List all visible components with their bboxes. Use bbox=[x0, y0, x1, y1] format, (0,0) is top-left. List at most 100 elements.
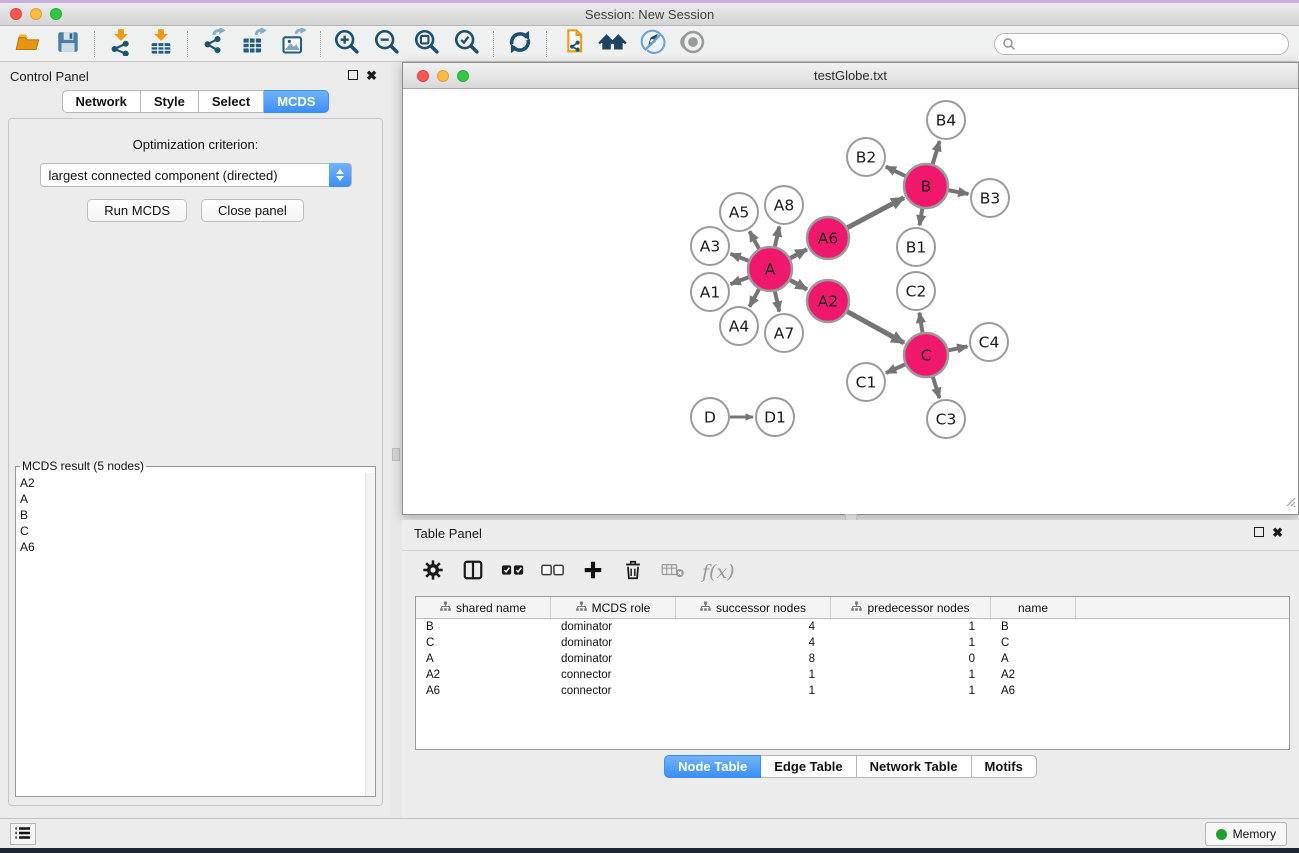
zoom-selected-button[interactable] bbox=[447, 29, 487, 59]
export-image-button[interactable] bbox=[274, 29, 314, 59]
mcds-result-list[interactable]: A2ABCA6 bbox=[16, 473, 375, 796]
graph-edge-A-A2[interactable] bbox=[790, 280, 807, 289]
graph-edge-A-A8[interactable] bbox=[775, 226, 779, 246]
import-table-icon bbox=[147, 28, 175, 59]
tab-mcds[interactable]: MCDS bbox=[264, 90, 329, 113]
table-row[interactable]: A2connector11A2 bbox=[416, 667, 1289, 683]
table-float-button[interactable] bbox=[1250, 526, 1268, 540]
node-table-body: Bdominator41BCdominator41CAdominator80AA… bbox=[416, 619, 1289, 699]
float-panel-button[interactable] bbox=[344, 69, 362, 83]
unselect-all-button[interactable] bbox=[536, 556, 570, 588]
fx-icon: f(x) bbox=[702, 561, 735, 583]
eye-button[interactable] bbox=[673, 29, 713, 59]
zoom-fit-button[interactable] bbox=[407, 29, 447, 59]
toolbar-separator bbox=[187, 31, 188, 57]
table-settings-button[interactable] bbox=[416, 556, 450, 588]
column-header-name[interactable]: name bbox=[991, 597, 1076, 618]
column-header-label: MCDS role bbox=[592, 601, 651, 615]
memory-button[interactable]: Memory bbox=[1205, 822, 1287, 846]
node-table: shared name MCDS role successor nodesprede… bbox=[415, 596, 1290, 750]
graph-edge-A-A7[interactable] bbox=[775, 291, 779, 311]
table-tab-network-table[interactable]: Network Table bbox=[857, 755, 972, 778]
table-panel-title: Table Panel bbox=[414, 526, 482, 541]
home-button[interactable] bbox=[593, 29, 633, 59]
select-all-button[interactable] bbox=[496, 556, 530, 588]
mcds-result-item[interactable]: A6 bbox=[20, 539, 375, 555]
table-cell: 0 bbox=[831, 651, 991, 667]
close-panel-button[interactable]: ✖ bbox=[362, 68, 381, 84]
table-tab-node-table[interactable]: Node Table bbox=[664, 755, 761, 778]
search-input[interactable] bbox=[994, 33, 1289, 55]
graph-edge-C-C3[interactable] bbox=[933, 377, 940, 398]
tab-style[interactable]: Style bbox=[141, 90, 199, 113]
hide-tips-button[interactable] bbox=[633, 29, 673, 59]
task-history-button[interactable] bbox=[10, 823, 36, 845]
graph-edge-C-C4[interactable] bbox=[949, 346, 968, 350]
delete-table-icon bbox=[661, 561, 685, 582]
table-cell: B bbox=[991, 619, 1076, 635]
clone-network-button[interactable] bbox=[553, 29, 593, 59]
graph-node-label: A3 bbox=[700, 238, 720, 256]
table-row[interactable]: Bdominator41B bbox=[416, 619, 1289, 635]
graph-edge-A6-B[interactable] bbox=[847, 198, 903, 228]
import-network-button[interactable] bbox=[101, 29, 141, 59]
close-panel-button-mcds[interactable]: Close panel bbox=[201, 199, 304, 222]
show-column-button[interactable] bbox=[456, 556, 490, 588]
tab-select[interactable]: Select bbox=[199, 90, 264, 113]
column-header-shared-name[interactable]: shared name bbox=[416, 597, 551, 618]
criterion-select[interactable]: largest connected component (directed) bbox=[40, 163, 352, 187]
graph-edge-A-A5[interactable] bbox=[750, 231, 760, 248]
mcds-result-item[interactable]: A bbox=[20, 491, 375, 507]
open-folder-icon bbox=[14, 29, 42, 58]
main-toolbar bbox=[0, 26, 1299, 62]
column-header-MCDS-role[interactable]: MCDS role bbox=[551, 597, 676, 618]
delete-table-button[interactable] bbox=[656, 556, 690, 588]
graph-edge-B-B4[interactable] bbox=[933, 141, 940, 164]
table-row[interactable]: Adominator80A bbox=[416, 651, 1289, 667]
table-row[interactable]: Cdominator41C bbox=[416, 635, 1289, 651]
add-column-button[interactable] bbox=[576, 556, 610, 588]
graph-edge-A-A6[interactable] bbox=[790, 249, 807, 258]
tab-network[interactable]: Network bbox=[62, 90, 141, 113]
zoom-out-button[interactable] bbox=[367, 29, 407, 59]
graph-edge-C-C2[interactable] bbox=[919, 313, 922, 333]
optimization-criterion-label: Optimization criterion: bbox=[9, 137, 382, 152]
graph-edge-B-B1[interactable] bbox=[920, 209, 923, 226]
table-close-button[interactable]: ✖ bbox=[1268, 525, 1287, 541]
delete-column-button[interactable] bbox=[616, 556, 650, 588]
graph-edge-C-C1[interactable] bbox=[886, 364, 905, 373]
graph-edge-B-B3[interactable] bbox=[949, 190, 969, 194]
network-canvas[interactable]: B4B2BB3A8A5A6A3B1AA1C2A2A4A7C4CC1C3DD1 bbox=[403, 89, 1298, 514]
refresh-view-button[interactable] bbox=[500, 29, 540, 59]
graph-edge-A-A3[interactable] bbox=[731, 254, 749, 261]
search-icon bbox=[1002, 37, 1016, 56]
result-scrollbar[interactable] bbox=[365, 473, 375, 796]
open-session-button[interactable] bbox=[8, 29, 48, 59]
column-header-successor-nodes[interactable]: successor nodes bbox=[676, 597, 831, 618]
table-panel-header: Table Panel ✖ bbox=[402, 520, 1299, 546]
mcds-result-item[interactable]: C bbox=[20, 523, 375, 539]
table-cell: A bbox=[416, 651, 551, 667]
import-table-button[interactable] bbox=[141, 29, 181, 59]
table-tab-motifs[interactable]: Motifs bbox=[972, 755, 1037, 778]
table-tab-edge-table[interactable]: Edge Table bbox=[761, 755, 856, 778]
graph-edge-A-A4[interactable] bbox=[750, 289, 760, 306]
function-builder-button[interactable]: f(x) bbox=[696, 556, 741, 588]
export-network-button[interactable] bbox=[194, 29, 234, 59]
column-header-predecessor-nodes[interactable]: predecessor nodes bbox=[831, 597, 991, 618]
graph-edge-A-A1[interactable] bbox=[731, 277, 749, 284]
zoom-selected-icon bbox=[453, 28, 481, 59]
export-table-button[interactable] bbox=[234, 29, 274, 59]
resize-grip-icon[interactable] bbox=[1284, 494, 1296, 512]
memory-label: Memory bbox=[1233, 827, 1276, 841]
mcds-result-item[interactable]: B bbox=[20, 507, 375, 523]
graph-edge-B-B2[interactable] bbox=[886, 167, 905, 176]
table-row[interactable]: A6connector11A6 bbox=[416, 683, 1289, 699]
mcds-result-item[interactable]: A2 bbox=[20, 475, 375, 491]
vertical-splitter-handle[interactable] bbox=[392, 448, 400, 461]
save-session-button[interactable] bbox=[48, 29, 88, 59]
graph-edge-A2-C[interactable] bbox=[847, 312, 904, 343]
zoom-fit-icon bbox=[413, 28, 441, 59]
zoom-in-button[interactable] bbox=[327, 29, 367, 59]
run-mcds-button[interactable]: Run MCDS bbox=[87, 199, 187, 222]
